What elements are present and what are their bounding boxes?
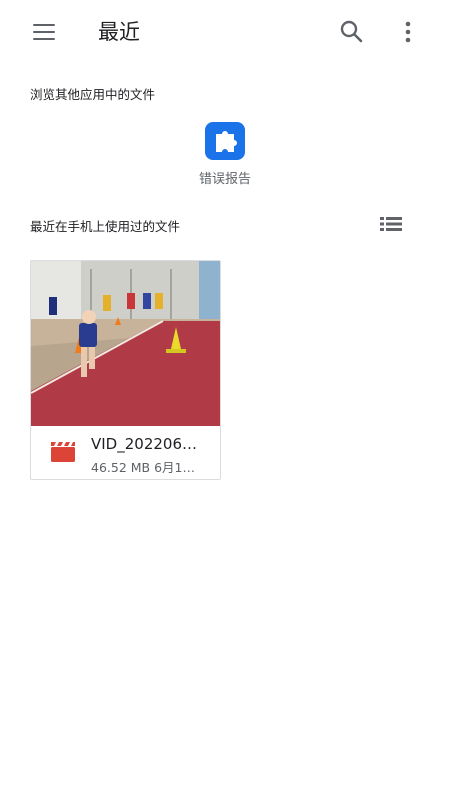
puzzle-piece-icon [205,122,245,160]
file-name: VID_202206… [91,435,197,453]
video-thumbnail [31,261,220,426]
list-view-toggle-button[interactable] [376,210,406,238]
search-icon [340,20,363,43]
navigation-menu-button[interactable] [24,14,64,50]
more-vert-icon [405,21,411,43]
source-item-label: 错误报告 [198,172,251,187]
source-item-bug-report[interactable]: 错误报告 [180,120,270,192]
file-meta: 46.52 MB 6月1… [91,460,195,475]
hamburger-line [33,31,55,33]
video-clapper-icon [49,441,77,463]
page-title: 最近 [98,20,140,44]
hamburger-line [33,38,55,40]
recent-file-card[interactable]: VID_202206… 46.52 MB 6月1… [30,260,221,480]
app-bar: 最近 [0,0,450,64]
hamburger-menu-icon [33,24,55,26]
list-view-icon [380,217,402,231]
search-button[interactable] [334,14,370,50]
more-options-button[interactable] [392,14,424,50]
browse-section-label: 浏览其他应用中的文件 [30,87,156,102]
recent-section-label: 最近在手机上使用过的文件 [30,219,181,234]
